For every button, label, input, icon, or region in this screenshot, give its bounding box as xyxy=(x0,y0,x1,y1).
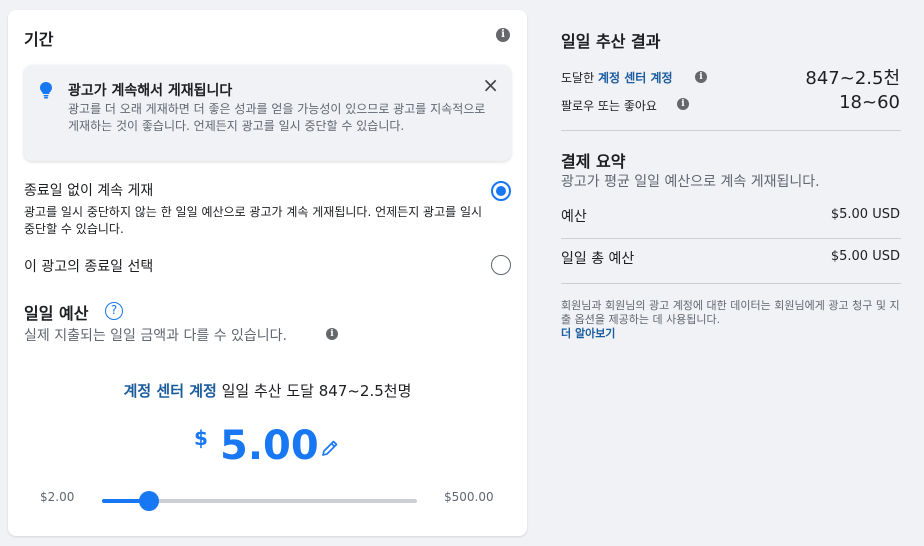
footnote-text: 회원님과 회원님의 광고 계정에 대한 데이터는 회원님에게 광고 청구 및 지… xyxy=(561,299,900,326)
continuous-notice: 광고가 계속해서 게재됩니다 광고를 더 오래 게재하면 더 좋은 성과를 얻을… xyxy=(24,65,511,161)
divider xyxy=(561,238,901,239)
currency-symbol: $ xyxy=(194,426,208,450)
duration-budget-card: 기간 i 광고가 계속해서 게재됩니다 광고를 더 오래 게재하면 더 좋은 성… xyxy=(8,10,527,536)
results-title: 일일 추산 결과 xyxy=(561,32,661,51)
option-end-date-label[interactable]: 이 광고의 종료일 선택 xyxy=(24,256,153,276)
data-usage-footnote: 회원님과 회원님의 광고 계정에 대한 데이터는 회원님에게 광고 청구 및 지… xyxy=(561,299,901,341)
info-icon[interactable]: i xyxy=(695,71,707,83)
duration-title: 기간 xyxy=(24,30,54,49)
reach-prefix: 도달한 xyxy=(561,71,595,85)
total-budget-value: $5.00 USD xyxy=(830,249,900,264)
estimated-reach-text: 일일 추산 도달 847~2.5천명 xyxy=(221,382,412,400)
option-no-end-date-description: 광고를 일시 중단하지 않는 한 일일 예산으로 광고가 계속 게재됩니다. 언… xyxy=(24,205,483,236)
question-icon[interactable]: ? xyxy=(105,302,123,320)
lightbulb-icon xyxy=(39,81,53,103)
notice-body: 광고를 더 오래 게재하면 더 좋은 성과를 얻을 가능성이 있으므로 광고를 … xyxy=(68,102,486,133)
learn-more-link[interactable]: 더 알아보기 xyxy=(561,327,901,341)
divider xyxy=(561,283,901,284)
budget-slider[interactable] xyxy=(102,491,417,511)
payment-summary-title: 결제 요약 xyxy=(561,152,626,171)
accounts-center-link[interactable]: 계정 센터 계정 xyxy=(598,71,673,85)
slider-min-label: $2.00 xyxy=(40,490,75,504)
pencil-icon[interactable] xyxy=(320,438,340,462)
option-no-end-date-label[interactable]: 종료일 없이 계속 게재 xyxy=(24,180,153,200)
radio-no-end-date[interactable] xyxy=(491,181,511,201)
divider xyxy=(561,130,901,131)
followers-row-label: 팔로우 또는 좋아요 xyxy=(561,97,657,114)
info-icon[interactable]: i xyxy=(326,328,338,340)
slider-thumb[interactable] xyxy=(139,491,160,511)
radio-end-date[interactable] xyxy=(491,255,511,275)
info-icon[interactable]: i xyxy=(677,98,689,110)
followers-value: 18~60 xyxy=(839,92,900,113)
budget-amount-value: 5.00 xyxy=(220,423,319,469)
budget-value: $5.00 USD xyxy=(830,207,900,222)
estimated-reach-line: 계정 센터 계정 일일 추산 도달 847~2.5천명 xyxy=(8,380,527,401)
reach-value: 847~2.5천 xyxy=(805,68,900,89)
total-budget-label: 일일 총 예산 xyxy=(561,251,635,267)
daily-budget-subtitle: 실제 지출되는 일일 금액과 다를 수 있습니다. xyxy=(24,325,287,345)
info-icon[interactable]: i xyxy=(496,28,510,42)
budget-label: 예산 xyxy=(561,209,587,225)
followers-label: 팔로우 또는 좋아요 xyxy=(561,99,657,113)
reach-row-label: 도달한 계정 센터 계정 xyxy=(561,69,673,86)
accounts-center-link[interactable]: 계정 센터 계정 xyxy=(124,382,217,400)
daily-budget-title: 일일 예산 xyxy=(24,304,89,323)
payment-summary-subtitle: 광고가 평균 일일 예산으로 계속 게재됩니다. xyxy=(561,174,820,190)
notice-title: 광고가 계속해서 게재됩니다 xyxy=(68,83,233,99)
daily-budget-subtitle-text: 실제 지출되는 일일 금액과 다를 수 있습니다. xyxy=(24,328,287,344)
slider-max-label: $500.00 xyxy=(444,490,494,504)
close-icon[interactable]: × xyxy=(482,75,499,95)
